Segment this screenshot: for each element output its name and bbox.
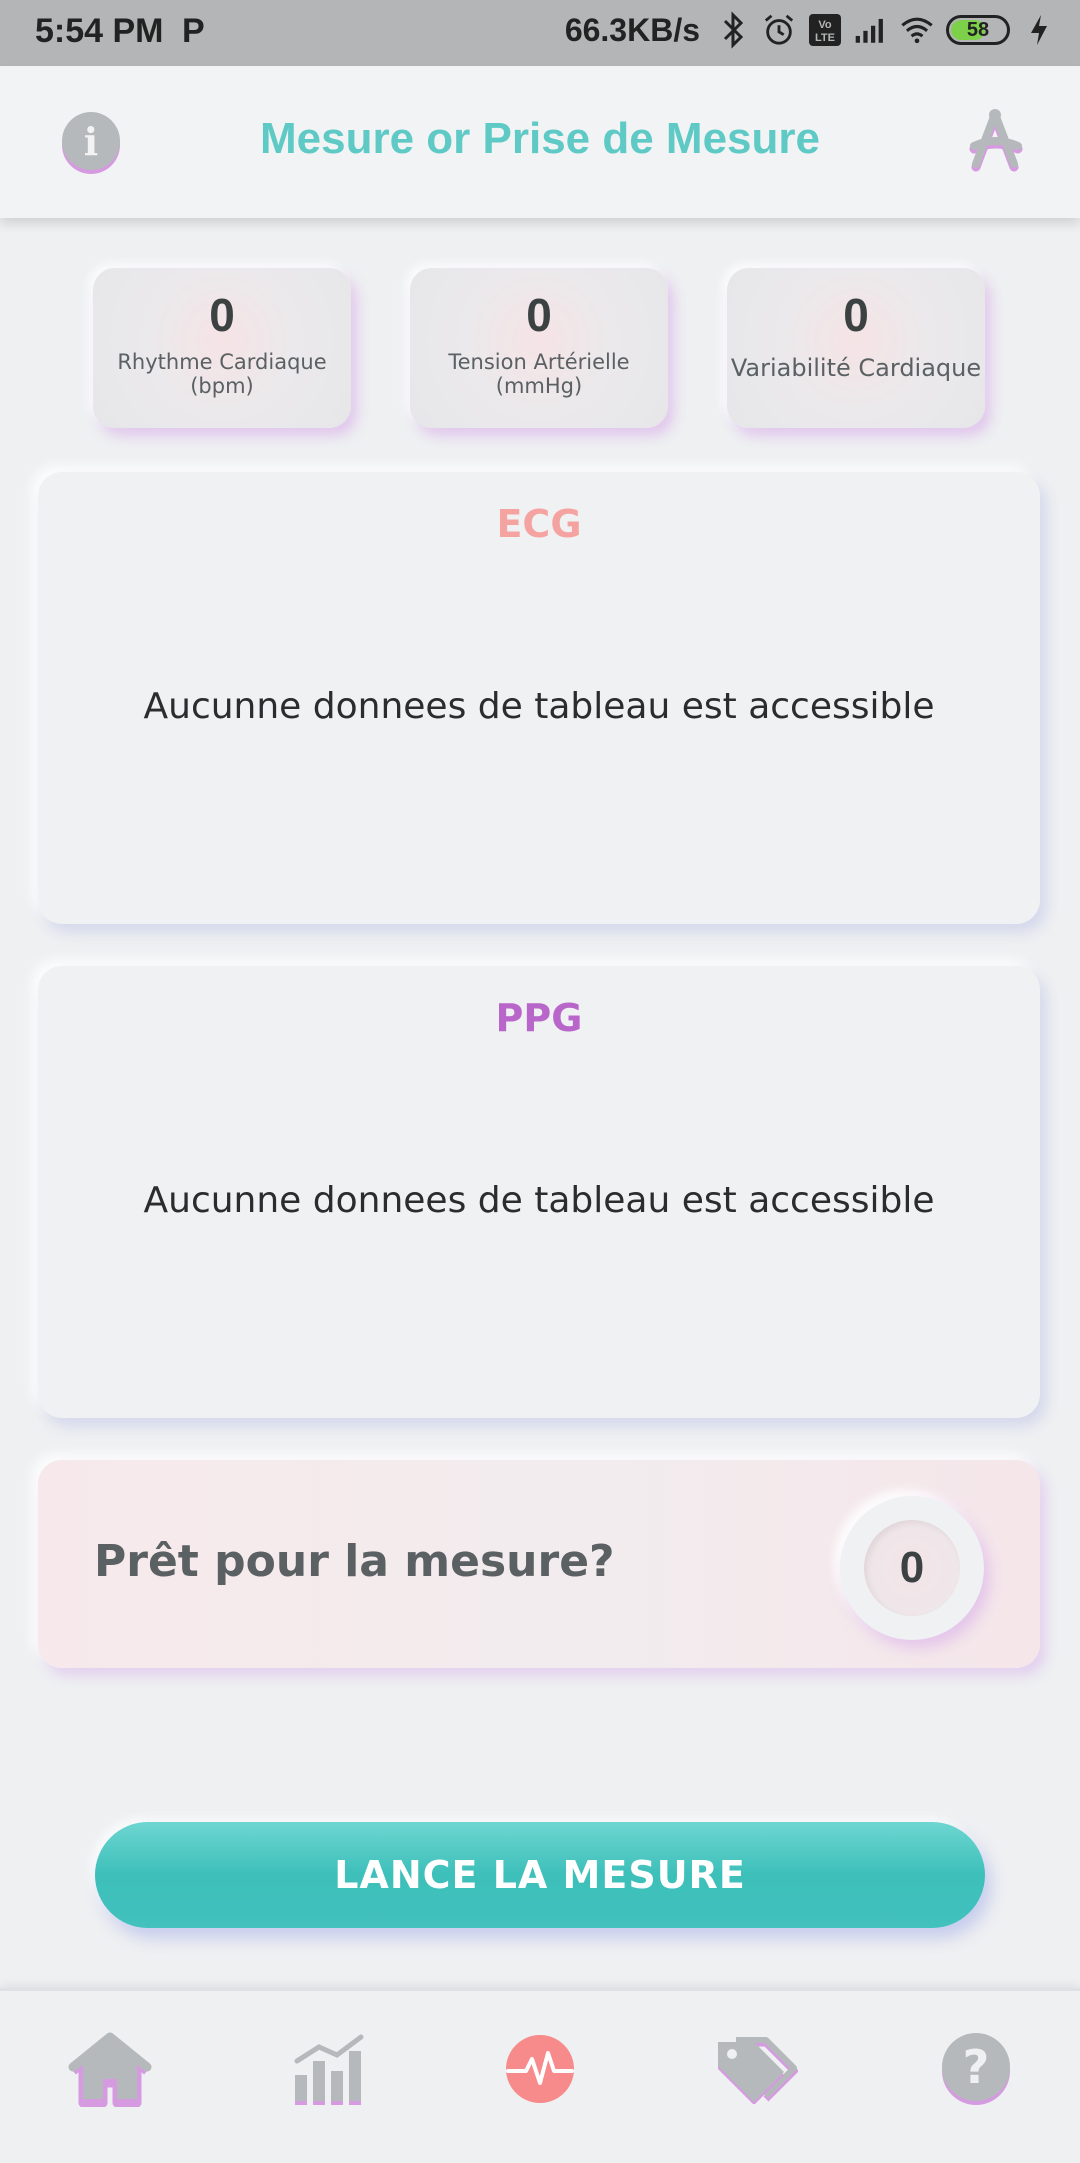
p-icon: P <box>182 12 205 50</box>
home-icon[interactable] <box>62 2021 158 2117</box>
network-speed: 66.3KB/s <box>564 11 700 48</box>
counter-value: 0 <box>864 1520 960 1616</box>
volte-icon: Vo LTE <box>808 10 842 50</box>
tools-icon[interactable] <box>962 106 1028 172</box>
ecg-title: ECG <box>496 502 582 546</box>
heartbeat-icon[interactable] <box>492 2021 588 2117</box>
charging-icon <box>1022 10 1056 50</box>
alarm-icon <box>762 10 796 50</box>
hrv-card: 0 Variabilité Cardiaque <box>727 268 985 428</box>
svg-text:?: ? <box>963 2040 990 2094</box>
blood-pressure-value: 0 <box>526 289 552 341</box>
ready-text: Prêt pour la mesure? <box>94 1536 615 1587</box>
bluetooth-icon <box>716 10 750 50</box>
heart-rate-card: 0 Rhythme Cardiaque (bpm) <box>93 268 351 428</box>
heart-rate-value: 0 <box>209 289 235 341</box>
status-bar: 5:54 PM P 66.3KB/s Vo LTE 58 <box>0 0 1080 66</box>
status-icons: 66.3KB/s Vo LTE 58 <box>565 10 1056 50</box>
app-bar: i Mesure or Prise de Mesure <box>0 66 1080 218</box>
svg-text:LTE: LTE <box>815 32 835 44</box>
ppg-title: PPG <box>495 996 583 1040</box>
battery-level: 58 <box>966 18 990 41</box>
status-time: 5:54 PM <box>35 12 164 50</box>
page-title: Mesure or Prise de Mesure <box>259 114 820 163</box>
ppg-empty-message: Aucunne donnees de tableau est accessibl… <box>143 1180 935 1221</box>
tags-icon[interactable] <box>708 2021 804 2117</box>
svg-text:Vo: Vo <box>818 19 832 31</box>
help-icon[interactable]: ? <box>928 2021 1024 2117</box>
ecg-chart-card: ECG Aucunne donnees de tableau est acces… <box>38 472 1040 924</box>
ecg-empty-message: Aucunne donnees de tableau est accessibl… <box>143 686 935 727</box>
heart-rate-label: Rhythme Cardiaque (bpm) <box>117 350 327 398</box>
battery-icon: 58 <box>946 15 1010 45</box>
hrv-label: Variabilité Cardiaque <box>730 354 982 382</box>
launch-measure-button[interactable]: LANCE LA MESURE <box>95 1822 985 1928</box>
blood-pressure-label: Tension Artérielle (mmHg) <box>448 350 630 398</box>
bottom-nav: ? <box>0 1988 1080 2163</box>
hrv-value: 0 <box>843 289 869 341</box>
blood-pressure-card: 0 Tension Artérielle (mmHg) <box>410 268 668 428</box>
chart-icon[interactable] <box>281 2021 377 2117</box>
ready-card: Prêt pour la mesure? 0 <box>38 1460 1040 1668</box>
signal-icon <box>854 10 888 50</box>
measure-counter: 0 <box>840 1496 984 1640</box>
ppg-chart-card: PPG Aucunne donnees de tableau est acces… <box>38 966 1040 1418</box>
wifi-icon <box>900 10 934 50</box>
